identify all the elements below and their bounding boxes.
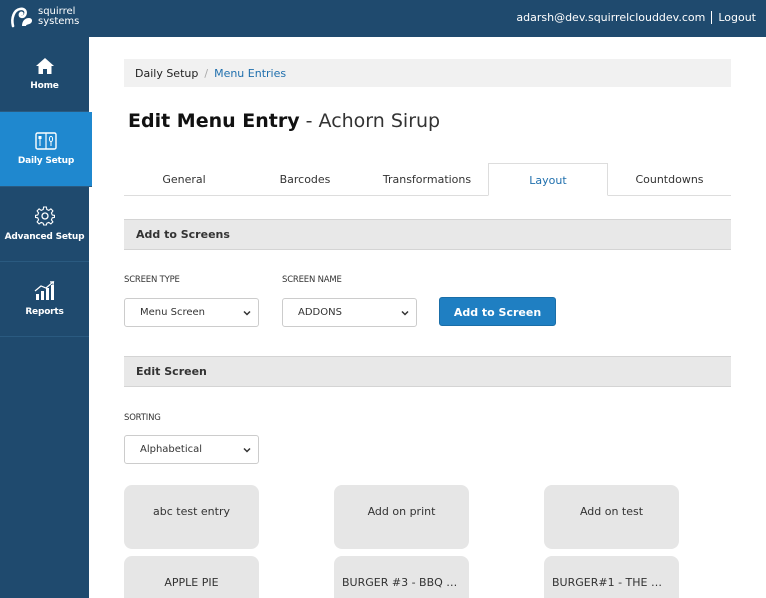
screen-tile[interactable]: BURGER#1 - THE WORKS [544,556,679,598]
section-edit-screen: Edit Screen [124,356,731,387]
tab-bar: General Barcodes Transformations Layout … [124,163,731,196]
home-icon [35,58,54,74]
screen-tile[interactable]: Add on test [544,485,679,549]
screen-name-value: ADDONS [298,307,342,318]
page-title-bold: Edit Menu Entry [128,110,300,132]
sidebar-item-label: Reports [25,307,64,317]
add-to-screen-button[interactable]: Add to Screen [439,297,556,326]
sidebar-item-advanced-setup[interactable]: Advanced Setup [0,187,89,262]
sidebar-item-reports[interactable]: Reports [0,262,89,337]
user-area: adarsh@dev.squirrelclouddev.com Logout [516,11,756,24]
screen-name-select[interactable]: ADDONS [282,298,417,327]
screen-tile[interactable]: abc test entry [124,485,259,549]
sidebar-item-daily-setup[interactable]: Daily Setup [0,112,92,187]
gear-icon [34,206,55,226]
top-bar: squirrel systems adarsh@dev.squirrelclou… [0,0,766,37]
sidebar-item-label: Advanced Setup [4,232,85,242]
screen-tile[interactable]: Add on print [334,485,469,549]
screen-type-value: Menu Screen [140,307,206,318]
page-title: Edit Menu Entry - Achorn Sirup [128,110,440,132]
chevron-down-icon [401,310,409,316]
sorting-value: Alphabetical [140,444,203,455]
squirrel-logo-icon [11,7,33,28]
screen-tile[interactable]: APPLE PIE [124,556,259,598]
screen-name-label: SCREEN NAME [282,275,342,285]
bar-chart-icon [34,281,54,300]
sidebar-item-label: Home [30,81,59,91]
menu-book-icon [35,132,57,150]
user-email: adarsh@dev.squirrelclouddev.com [516,11,706,24]
breadcrumb-current[interactable]: Menu Entries [214,67,286,80]
logout-link[interactable]: Logout [718,11,756,24]
tab-general[interactable]: General [124,163,244,196]
screen-tile[interactable]: BURGER #3 - BBQ CHE... [334,556,469,598]
sorting-label: SORTING [124,413,161,423]
chevron-down-icon [243,447,251,453]
chevron-down-icon [243,310,251,316]
screen-type-label: SCREEN TYPE [124,275,180,285]
logo-line2: systems [38,16,80,27]
sorting-select[interactable]: Alphabetical [124,435,259,464]
sidebar-item-home[interactable]: Home [0,37,89,112]
sidebar: Home Daily Setup Advanced Setup Reports [0,37,92,598]
tab-barcodes[interactable]: Barcodes [244,163,366,196]
tab-transformations[interactable]: Transformations [366,163,488,196]
sidebar-item-label: Daily Setup [17,156,75,166]
tab-countdowns[interactable]: Countdowns [608,163,731,196]
tab-layout[interactable]: Layout [488,163,608,196]
page-title-entry: - Achorn Sirup [299,110,441,132]
breadcrumb: Daily Setup / Menu Entries [124,59,731,87]
breadcrumb-separator: / [204,66,209,80]
logo[interactable]: squirrel systems [10,6,79,28]
user-separator [711,11,713,24]
section-add-to-screens: Add to Screens [124,219,731,250]
breadcrumb-parent[interactable]: Daily Setup [135,67,198,80]
main-content: Daily Setup / Menu Entries Edit Menu Ent… [89,37,766,598]
screen-type-select[interactable]: Menu Screen [124,298,259,327]
